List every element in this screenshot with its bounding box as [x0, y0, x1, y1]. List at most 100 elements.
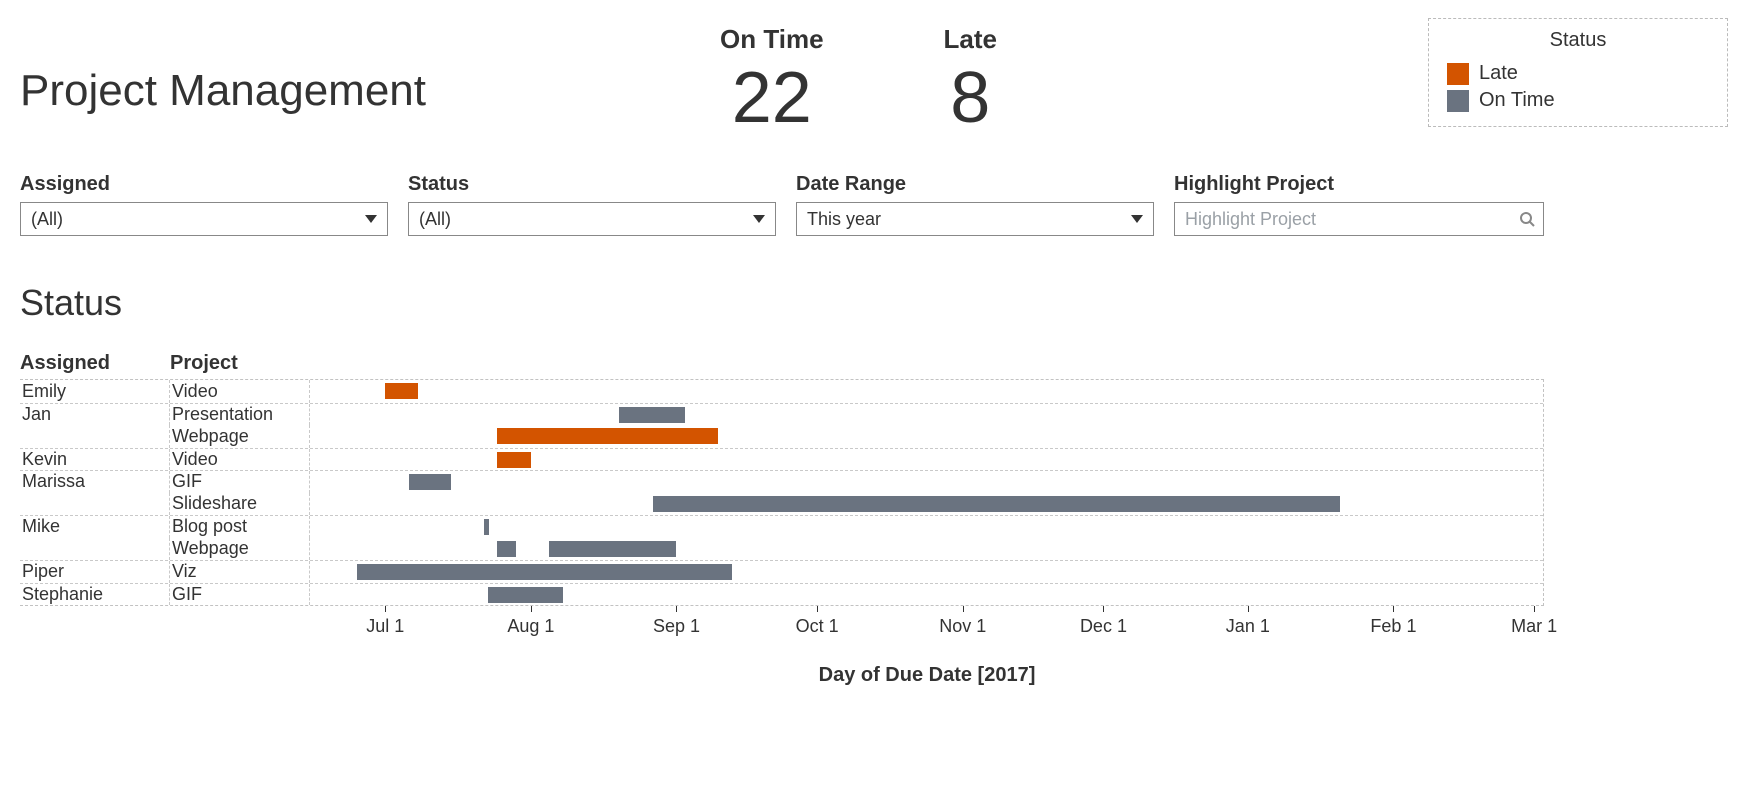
gantt-track	[310, 449, 1543, 471]
x-axis: Jul 1Aug 1Sep 1Oct 1Nov 1Dec 1Jan 1Feb 1…	[310, 606, 1544, 646]
filter-date-label: Date Range	[796, 173, 1154, 196]
chevron-down-icon	[753, 215, 765, 223]
cell-project: Webpage	[170, 425, 310, 448]
x-tick-label: Sep 1	[653, 616, 700, 637]
table-row: JanPresentation	[20, 403, 1543, 426]
x-tick	[1393, 606, 1394, 612]
table-row: KevinVideo	[20, 448, 1543, 471]
gantt-track	[310, 380, 1543, 403]
gantt-chart: Assigned Project EmilyVideoJanPresentati…	[20, 352, 1734, 687]
x-tick-label: Nov 1	[939, 616, 986, 637]
kpi-on-time-value: 22	[720, 57, 824, 139]
filter-assigned: Assigned (All)	[20, 173, 388, 236]
x-tick	[531, 606, 532, 612]
x-tick-label: Jan 1	[1226, 616, 1270, 637]
x-tick-label: Feb 1	[1370, 616, 1416, 637]
legend-item-on-time[interactable]: On Time	[1447, 89, 1709, 112]
x-tick-label: Aug 1	[507, 616, 554, 637]
table-row: Webpage	[20, 425, 1543, 448]
cell-project: Slideshare	[170, 493, 310, 516]
filter-highlight-label: Highlight Project	[1174, 173, 1544, 196]
kpi-on-time: On Time 22	[720, 24, 824, 139]
gantt-track	[310, 516, 1543, 538]
x-tick	[385, 606, 386, 612]
cell-assigned	[20, 538, 170, 561]
gantt-bar-ontime[interactable]	[653, 496, 1340, 512]
table-row: StephanieGIF	[20, 583, 1543, 606]
table-row: MikeBlog post	[20, 515, 1543, 538]
column-header-project: Project	[170, 352, 310, 375]
x-axis-title: Day of Due Date [2017]	[310, 664, 1544, 687]
filter-date-range: Date Range This year	[796, 173, 1154, 236]
table-row: EmilyVideo	[20, 380, 1543, 403]
gantt-track	[310, 425, 1543, 448]
x-tick-label: Mar 1	[1511, 616, 1557, 637]
gantt-bar-ontime[interactable]	[488, 587, 563, 603]
highlight-project-input[interactable]: Highlight Project	[1174, 202, 1544, 236]
gantt-bar-ontime[interactable]	[357, 564, 732, 580]
column-header-assigned: Assigned	[20, 352, 170, 375]
cell-assigned: Emily	[20, 380, 170, 403]
cell-project: Blog post	[170, 516, 310, 538]
x-tick	[1248, 606, 1249, 612]
chevron-down-icon	[1131, 215, 1143, 223]
date-range-select[interactable]: This year	[796, 202, 1154, 236]
gantt-bar-ontime[interactable]	[549, 541, 676, 557]
x-tick-label: Dec 1	[1080, 616, 1127, 637]
kpi-late: Late 8	[944, 24, 997, 139]
gantt-bar-late[interactable]	[385, 383, 418, 399]
x-tick	[676, 606, 677, 612]
cell-assigned: Piper	[20, 561, 170, 583]
legend-label-on-time: On Time	[1479, 89, 1555, 112]
assigned-select-value: (All)	[31, 209, 63, 230]
gantt-bar-ontime[interactable]	[497, 541, 515, 557]
kpi-on-time-label: On Time	[720, 24, 824, 55]
gantt-bar-ontime[interactable]	[409, 474, 451, 490]
cell-assigned: Jan	[20, 404, 170, 426]
gantt-body: EmilyVideoJanPresentationWebpageKevinVid…	[20, 379, 1544, 606]
cell-assigned: Stephanie	[20, 584, 170, 606]
date-range-select-value: This year	[807, 209, 881, 230]
cell-project: Video	[170, 380, 310, 403]
gantt-bar-late[interactable]	[497, 428, 718, 444]
legend-status: Status Late On Time	[1428, 18, 1728, 127]
gantt-track	[310, 493, 1543, 516]
table-row: Webpage	[20, 538, 1543, 561]
gantt-bar-ontime[interactable]	[484, 519, 489, 535]
gantt-track	[310, 561, 1543, 583]
cell-project: GIF	[170, 584, 310, 606]
cell-assigned: Kevin	[20, 449, 170, 471]
cell-project: Presentation	[170, 404, 310, 426]
cell-assigned	[20, 425, 170, 448]
table-row: Slideshare	[20, 493, 1543, 516]
chevron-down-icon	[365, 215, 377, 223]
legend-title: Status	[1447, 29, 1709, 52]
legend-label-late: Late	[1479, 62, 1518, 85]
gantt-bar-ontime[interactable]	[619, 407, 684, 423]
filters-row: Assigned (All) Status (All) Date Range T…	[20, 173, 1734, 236]
table-row: PiperViz	[20, 560, 1543, 583]
section-title-status: Status	[20, 282, 1734, 324]
legend-swatch-late	[1447, 63, 1469, 85]
filter-assigned-label: Assigned	[20, 173, 388, 196]
status-select[interactable]: (All)	[408, 202, 776, 236]
assigned-select[interactable]: (All)	[20, 202, 388, 236]
legend-swatch-on-time	[1447, 90, 1469, 112]
gantt-track	[310, 584, 1543, 606]
gantt-track	[310, 538, 1543, 561]
gantt-bar-late[interactable]	[497, 452, 530, 468]
status-select-value: (All)	[419, 209, 451, 230]
cell-assigned: Mike	[20, 516, 170, 538]
legend-item-late[interactable]: Late	[1447, 62, 1709, 85]
kpi-late-label: Late	[944, 24, 997, 55]
x-tick-label: Jul 1	[366, 616, 404, 637]
cell-project: Webpage	[170, 538, 310, 561]
gantt-track	[310, 471, 1543, 493]
search-icon	[1519, 211, 1535, 227]
cell-project: Viz	[170, 561, 310, 583]
x-tick	[817, 606, 818, 612]
x-tick	[1103, 606, 1104, 612]
cell-project: Video	[170, 449, 310, 471]
filter-status-label: Status	[408, 173, 776, 196]
gantt-track	[310, 404, 1543, 426]
